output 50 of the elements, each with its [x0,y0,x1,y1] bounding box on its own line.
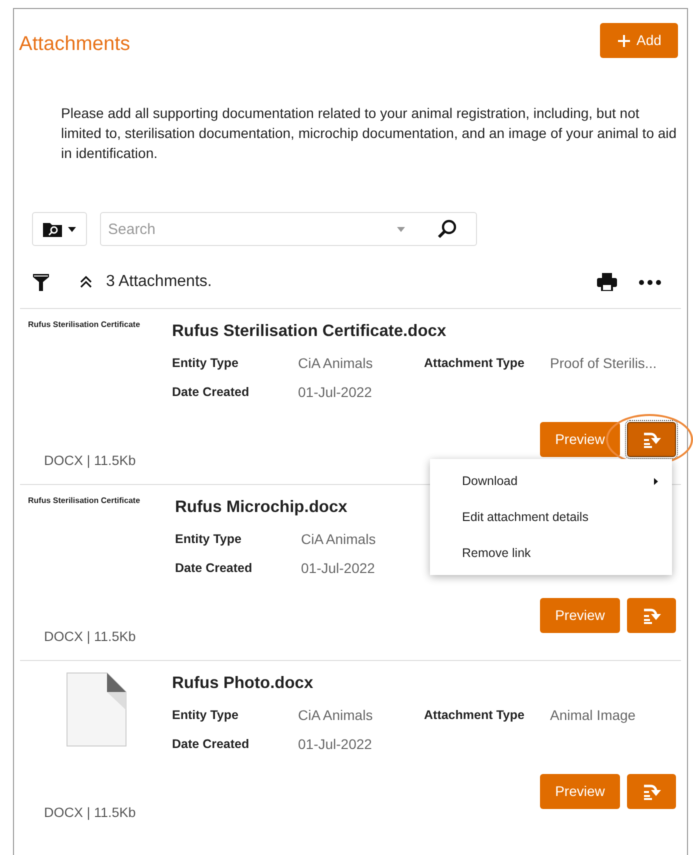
field-label: Entity Type [172,706,240,724]
section-title: Attachments [19,32,130,57]
printer-icon[interactable] [597,273,617,291]
field-value: CiA Animals [298,354,374,373]
attachment-count: 3 Attachments. [106,272,212,292]
field-label: Date Created [175,560,254,577]
actions-button[interactable] [627,422,676,457]
file-info: DOCX | 11.5Kb [44,804,137,822]
search-icon[interactable] [437,219,457,239]
document-preview-text: Rufus Sterilisation Certificate [28,495,142,507]
filter-icon[interactable] [33,274,49,290]
folder-search-icon [43,221,63,237]
field-value: CiA Animals [298,706,374,725]
field-value: CiA Animals [301,530,377,549]
add-button[interactable]: Add [600,23,678,58]
field-label: Attachment Type [424,706,526,724]
field-label: Entity Type [175,530,242,548]
field-label: Entity Type [172,354,240,372]
field-label: Date Created [172,384,250,401]
preview-button[interactable]: Preview [540,598,620,633]
field-value: 01-Jul-2022 [298,382,373,402]
more-icon[interactable] [639,280,661,284]
menu-item[interactable]: Edit attachment details [430,499,672,535]
download-icon [642,784,662,800]
download-icon [642,608,662,624]
preview-button[interactable]: Preview [540,422,620,457]
file-info: DOCX | 11.5Kb [44,452,137,470]
document-preview-text: Rufus Sterilisation Certificate [28,319,142,331]
field-value: Proof of Sterilis... [550,354,658,373]
folder-search-dropdown[interactable] [32,212,87,246]
download-icon [642,432,662,448]
field-label: Date Created [172,736,250,753]
menu-item[interactable]: Download [430,463,672,499]
preview-button[interactable]: Preview [540,774,620,809]
plus-icon [616,34,631,48]
field-label: Attachment Type [424,354,526,372]
file-icon [66,672,127,747]
menu-item[interactable]: Remove link [430,535,672,571]
search-field[interactable]: Search [100,212,477,246]
caret-icon [68,226,76,232]
field-value: Animal Image [550,706,637,725]
file-name: Rufus Microchip.docx [175,497,348,518]
field-value: 01-Jul-2022 [298,734,373,754]
field-value: 01-Jul-2022 [301,558,376,578]
file-name: Rufus Photo.docx [172,673,314,694]
description-text: Please add all supporting documentation related to your animal registration, including, but not limited to, sterilisation documentation, microchip documentation, and an image of your animal to aid in identification. [61,104,678,163]
file-info: DOCX | 11.5Kb [44,628,137,646]
file-name: Rufus Sterilisation Certificate.docx [172,321,446,342]
collapse-icon[interactable] [80,276,92,288]
caret-icon [397,226,405,232]
